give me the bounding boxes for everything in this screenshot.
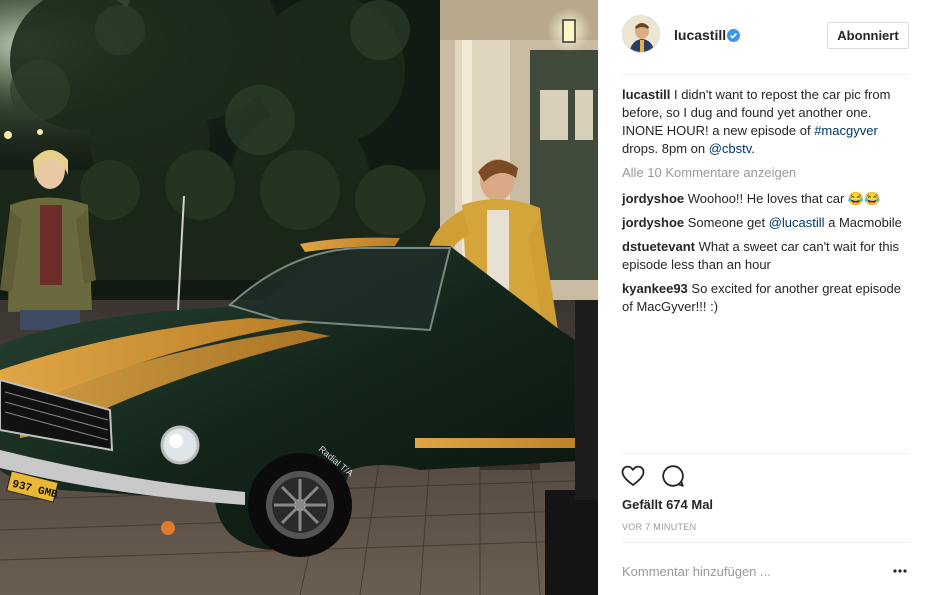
- comment-item: dstuetevant What a sweet car can't wait …: [622, 238, 912, 274]
- post-photo[interactable]: Radial T/A 937 GMB: [0, 0, 598, 595]
- caption-text-3: .: [751, 141, 755, 156]
- comment-username[interactable]: dstuetevant: [622, 239, 695, 254]
- action-bar: [620, 463, 909, 491]
- caption-hashtag[interactable]: #macgyver: [814, 123, 878, 138]
- post-timestamp: VOR 7 MINUTEN: [622, 522, 697, 532]
- comment-text: a Macmobile: [824, 215, 902, 230]
- add-comment-input[interactable]: [622, 561, 872, 581]
- heart-icon[interactable]: [620, 463, 646, 489]
- verified-badge-icon: [727, 29, 740, 42]
- comment-username[interactable]: kyankee93: [622, 281, 688, 296]
- caption-username[interactable]: lucastill: [622, 87, 670, 102]
- comment-mention[interactable]: @lucastill: [769, 215, 825, 230]
- view-all-comments-link[interactable]: Alle 10 Kommentare anzeigen: [622, 164, 912, 182]
- header-divider: [622, 74, 909, 75]
- comment-item: jordyshoe Woohoo!! He loves that car 😂😂: [622, 190, 912, 208]
- actions-divider: [622, 453, 909, 454]
- post-sidebar: lucastill Abonniert lucastill I didn't w…: [598, 0, 931, 595]
- comment-list: lucastill I didn't want to repost the ca…: [622, 86, 912, 322]
- caption: lucastill I didn't want to repost the ca…: [622, 86, 912, 158]
- follow-button[interactable]: Abonniert: [827, 22, 909, 49]
- caption-text-2: drops. 8pm on: [622, 141, 709, 156]
- comment-text: Someone get: [684, 215, 769, 230]
- avatar[interactable]: [622, 15, 660, 53]
- like-count[interactable]: Gefällt 674 Mal: [622, 497, 713, 512]
- comment-item: jordyshoe Someone get @lucastill a Macmo…: [622, 214, 912, 232]
- comment-username[interactable]: jordyshoe: [622, 191, 684, 206]
- comment-bubble-icon[interactable]: [660, 463, 686, 489]
- post-username[interactable]: lucastill: [674, 27, 726, 43]
- caption-mention[interactable]: @cbstv: [709, 141, 752, 156]
- input-divider: [622, 542, 909, 543]
- comment-username[interactable]: jordyshoe: [622, 215, 684, 230]
- more-options-icon[interactable]: [891, 561, 909, 581]
- post-header: lucastill Abonniert: [598, 0, 931, 74]
- comment-text: Woohoo!! He loves that car 😂😂: [684, 191, 881, 206]
- comment-item: kyankee93 So excited for another great e…: [622, 280, 912, 316]
